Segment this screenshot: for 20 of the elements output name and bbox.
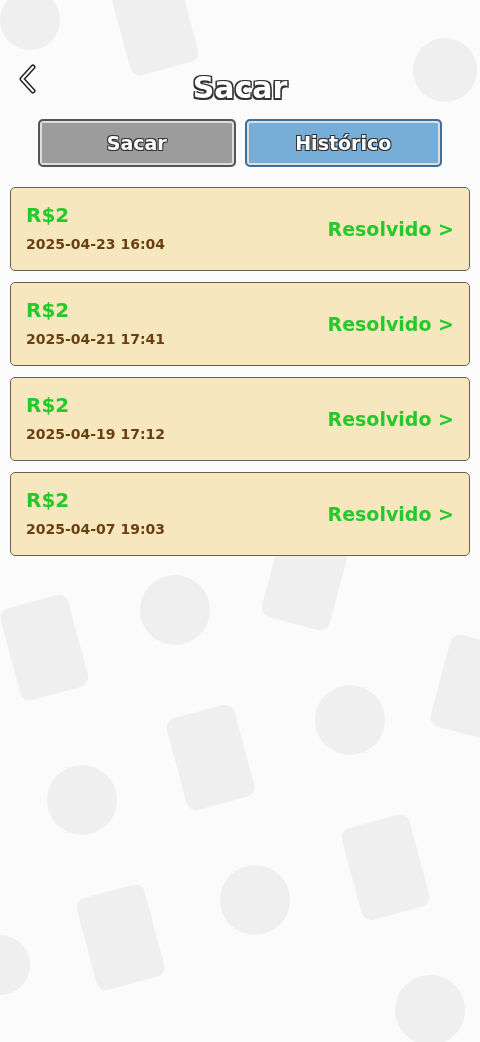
date-time: 2025-04-23 16:04 — [26, 235, 165, 254]
record-card[interactable]: R$2 2025-04-19 17:12 Resolvido > — [10, 377, 470, 461]
page-title: Sacar — [192, 68, 288, 107]
amount: R$2 — [26, 393, 71, 418]
record-card[interactable]: R$2 2025-04-07 19:03 Resolvido > — [10, 472, 470, 556]
status-link[interactable]: Resolvido > — [327, 499, 454, 529]
date-time: 2025-04-07 19:03 — [26, 520, 165, 539]
status-link[interactable]: Resolvido > — [327, 404, 454, 434]
date-time: 2025-04-21 17:41 — [26, 330, 165, 349]
record-card[interactable]: R$2 2025-04-21 17:41 Resolvido > — [10, 282, 470, 366]
date-time: 2025-04-19 17:12 — [26, 425, 165, 444]
tab[interactable]: Sacar — [38, 119, 236, 167]
status-link[interactable]: Resolvido > — [327, 309, 454, 339]
back-icon[interactable] — [18, 64, 38, 94]
record-card[interactable]: R$2 2025-04-23 16:04 Resolvido > — [10, 187, 470, 271]
status-link[interactable]: Resolvido > — [327, 214, 454, 244]
tab[interactable]: Histórico — [244, 119, 442, 167]
amount: R$2 — [26, 488, 71, 513]
amount: R$2 — [26, 203, 71, 228]
amount: R$2 — [26, 298, 71, 323]
